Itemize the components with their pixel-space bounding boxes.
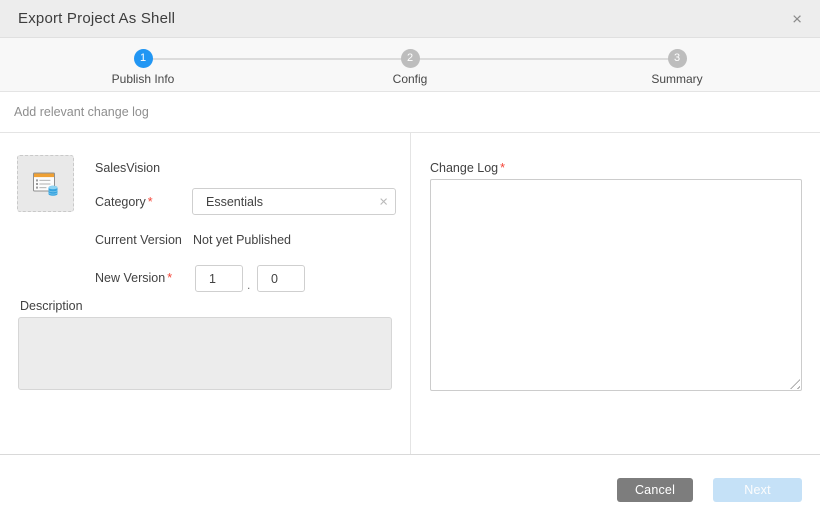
category-label: Category* [95,195,153,209]
vertical-divider [410,133,411,454]
category-field-wrap: × [192,188,396,215]
project-thumbnail [17,155,74,212]
step-number-badge: 2 [401,49,420,68]
hint-bar: Add relevant change log [0,92,820,133]
project-name: SalesVision [95,161,160,175]
new-version-label: New Version* [95,271,172,285]
step-number-badge: 3 [668,49,687,68]
change-log-field-wrap [430,179,802,391]
category-input[interactable] [192,188,396,215]
clear-icon[interactable]: × [379,194,388,209]
dialog-body: SalesVision Category* × Current Version … [0,133,820,455]
version-minor-input[interactable] [257,265,305,292]
required-asterisk: * [148,195,153,209]
step-label: Publish Info [83,72,203,86]
next-button[interactable]: Next [713,478,802,502]
current-version-value: Not yet Published [193,233,291,247]
project-shell-icon [31,170,61,198]
required-asterisk: * [500,161,505,175]
step-label: Config [350,72,470,86]
export-project-dialog: Export Project As Shell × 1 Publish Info… [0,0,820,521]
dialog-titlebar: Export Project As Shell × [0,0,820,38]
change-log-label: Change Log* [430,161,505,175]
step-number-badge: 1 [134,49,153,68]
step-summary[interactable]: 3 Summary [617,49,737,86]
hint-text: Add relevant change log [14,105,149,119]
wizard-stepper: 1 Publish Info 2 Config 3 Summary [0,38,820,92]
change-log-textarea[interactable] [430,179,802,391]
step-label: Summary [617,72,737,86]
version-separator: . [247,278,250,292]
step-config[interactable]: 2 Config [350,49,470,86]
dialog-footer: Cancel Next [0,455,820,521]
close-icon[interactable]: × [786,8,808,29]
cancel-button[interactable]: Cancel [617,478,693,502]
description-label: Description [20,299,83,313]
version-major-input[interactable] [195,265,243,292]
required-asterisk: * [167,271,172,285]
dialog-title: Export Project As Shell [18,10,175,27]
step-publish-info[interactable]: 1 Publish Info [83,49,203,86]
description-textarea [18,317,392,390]
current-version-label: Current Version [95,233,182,247]
